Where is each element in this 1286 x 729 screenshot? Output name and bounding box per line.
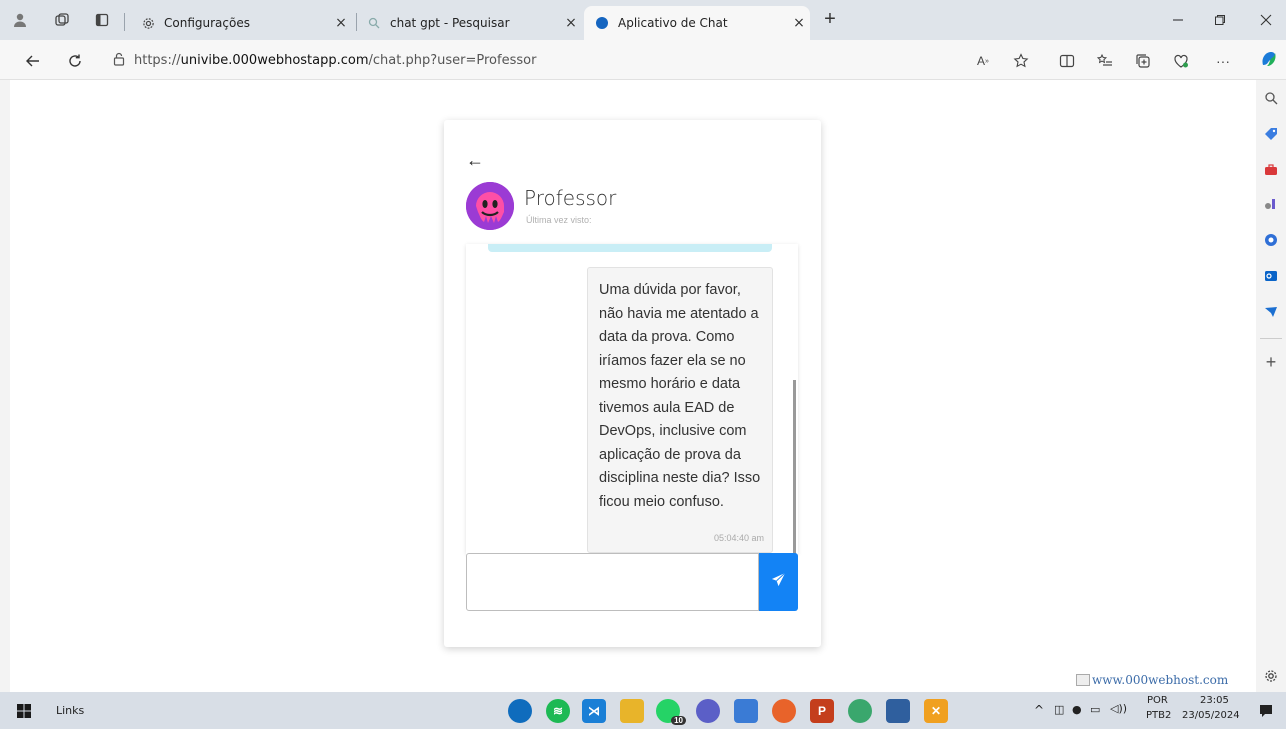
- url-host: univibe.000webhostapp.com: [180, 52, 369, 68]
- tab-separator: [124, 13, 125, 31]
- powerpoint-icon[interactable]: P: [810, 699, 834, 723]
- message-timestamp: 05:04:40 am: [713, 533, 764, 543]
- broken-image-icon: [1076, 674, 1090, 686]
- copilot-icon[interactable]: [1258, 49, 1280, 69]
- notifications-icon[interactable]: [1254, 699, 1278, 723]
- vscode-icon[interactable]: ⋊: [582, 699, 606, 723]
- microphone-icon[interactable]: ●: [1072, 703, 1082, 716]
- more-options-icon[interactable]: ···: [1212, 51, 1234, 71]
- tab-label: Configurações: [164, 16, 250, 30]
- refresh-icon[interactable]: [62, 48, 88, 74]
- close-tab-icon[interactable]: ×: [560, 15, 582, 31]
- window-close-icon[interactable]: [1246, 0, 1286, 40]
- workspaces-icon[interactable]: [52, 10, 72, 30]
- teams-icon[interactable]: [696, 699, 720, 723]
- url-scheme: https://: [134, 52, 181, 68]
- send-button[interactable]: [759, 553, 798, 611]
- back-icon[interactable]: [20, 48, 46, 74]
- webhost-badge-text: www.000webhost.com: [1092, 673, 1229, 687]
- message-bubble: Uma dúvida por favor, não havia me atent…: [587, 267, 773, 553]
- sidebar-settings-icon[interactable]: [1261, 666, 1281, 686]
- collections-icon[interactable]: [1132, 51, 1154, 71]
- windows-start-icon[interactable]: [12, 699, 36, 723]
- tab-chat-gpt-search[interactable]: chat gpt - Pesquisar ×: [356, 6, 582, 40]
- input-language-top[interactable]: POR: [1147, 695, 1168, 706]
- tab-label: Aplicativo de Chat: [618, 16, 728, 30]
- restore-icon[interactable]: [1200, 0, 1240, 40]
- chrome-canary-icon[interactable]: [772, 699, 796, 723]
- avatar[interactable]: [466, 182, 514, 230]
- last-seen-status: Última vez visto:: [526, 215, 592, 225]
- web-page: ← Professor Última vez visto: Uma dúvida…: [10, 80, 1256, 692]
- clock-time[interactable]: 23:05: [1200, 695, 1229, 706]
- microsoft-365-icon[interactable]: [1261, 230, 1281, 250]
- blue-dot-icon: [594, 15, 610, 31]
- network-icon[interactable]: ▭: [1090, 703, 1100, 716]
- volume-icon[interactable]: ◁)): [1110, 702, 1127, 715]
- games-icon[interactable]: [1261, 194, 1281, 214]
- tab-configuracoes[interactable]: Configurações ×: [130, 6, 352, 40]
- message-text: Uma dúvida por favor, não havia me atent…: [599, 282, 761, 510]
- taskbar-links-toolbar[interactable]: Links: [56, 704, 84, 717]
- tools-briefcase-icon[interactable]: [1261, 160, 1281, 180]
- chat-username: Professor: [524, 186, 617, 210]
- outlook-icon[interactable]: [1261, 266, 1281, 286]
- back-arrow-icon[interactable]: ←: [466, 150, 484, 171]
- tab-actions-icon[interactable]: [92, 10, 112, 30]
- browser-tab-bar: Configurações × chat gpt - Pesquisar × A…: [0, 0, 1286, 40]
- address-bar: https://univibe.000webhostapp.com/chat.p…: [0, 40, 1286, 80]
- xampp-icon[interactable]: ✕: [924, 699, 948, 723]
- paper-plane-icon: [771, 572, 786, 592]
- browser-essentials-icon[interactable]: [1170, 51, 1192, 71]
- add-sidebar-app-icon[interactable]: +: [1261, 352, 1281, 372]
- webhost-badge[interactable]: www.000webhost.com: [1076, 673, 1228, 687]
- clock-date[interactable]: 23/05/2024: [1182, 710, 1240, 721]
- file-explorer-icon[interactable]: [620, 699, 644, 723]
- input-language-bottom[interactable]: PTB2: [1146, 710, 1171, 721]
- search-icon[interactable]: [1261, 88, 1281, 108]
- whatsapp-badge: 10: [671, 716, 686, 725]
- message-area[interactable]: Uma dúvida por favor, não havia me atent…: [466, 244, 798, 554]
- chat-card: ← Professor Última vez visto: Uma dúvida…: [444, 120, 821, 647]
- profile-icon[interactable]: [10, 10, 30, 30]
- remote-desktop-icon[interactable]: [886, 699, 910, 723]
- close-tab-icon[interactable]: ×: [330, 15, 352, 31]
- gear-icon: [140, 15, 156, 31]
- url-path: /chat.php?user=Professor: [368, 52, 537, 68]
- url-field[interactable]: https://univibe.000webhostapp.com/chat.p…: [104, 46, 1004, 74]
- chrome-icon[interactable]: [848, 699, 872, 723]
- whatsapp-icon[interactable]: 10: [656, 699, 686, 725]
- tab-label: chat gpt - Pesquisar: [390, 16, 510, 30]
- tab-aplicativo-de-chat[interactable]: Aplicativo de Chat ×: [584, 6, 810, 40]
- spotify-icon[interactable]: ≋: [546, 699, 570, 723]
- tray-app-icon[interactable]: ◫: [1054, 703, 1064, 716]
- edge-sidebar: +: [1256, 80, 1286, 692]
- minimize-icon[interactable]: [1158, 0, 1198, 40]
- shopping-tag-icon[interactable]: [1261, 124, 1281, 144]
- calendar-app-icon[interactable]: [734, 699, 758, 723]
- favorites-list-icon[interactable]: [1094, 51, 1116, 71]
- message-scrollbar[interactable]: [793, 380, 796, 554]
- split-screen-icon[interactable]: [1056, 51, 1078, 71]
- send-to-mobile-icon[interactable]: [1261, 302, 1281, 322]
- tray-chevron-icon[interactable]: ^: [1034, 703, 1044, 717]
- close-tab-icon[interactable]: ×: [788, 15, 810, 31]
- search-icon: [366, 15, 382, 31]
- previous-message-bubble: [488, 244, 772, 252]
- favorite-star-icon[interactable]: [1010, 51, 1032, 71]
- site-info-icon[interactable]: [104, 52, 134, 69]
- new-tab-button[interactable]: +: [818, 8, 842, 32]
- sidebar-separator: [1260, 338, 1282, 339]
- edge-browser-icon[interactable]: [508, 699, 532, 723]
- read-aloud-icon[interactable]: A»: [972, 51, 994, 71]
- message-input[interactable]: [466, 553, 759, 611]
- windows-taskbar: Links ≋ ⋊ 10 P ✕ ^ ◫ ● ▭ ◁)) POR PTB2 23…: [0, 692, 1286, 729]
